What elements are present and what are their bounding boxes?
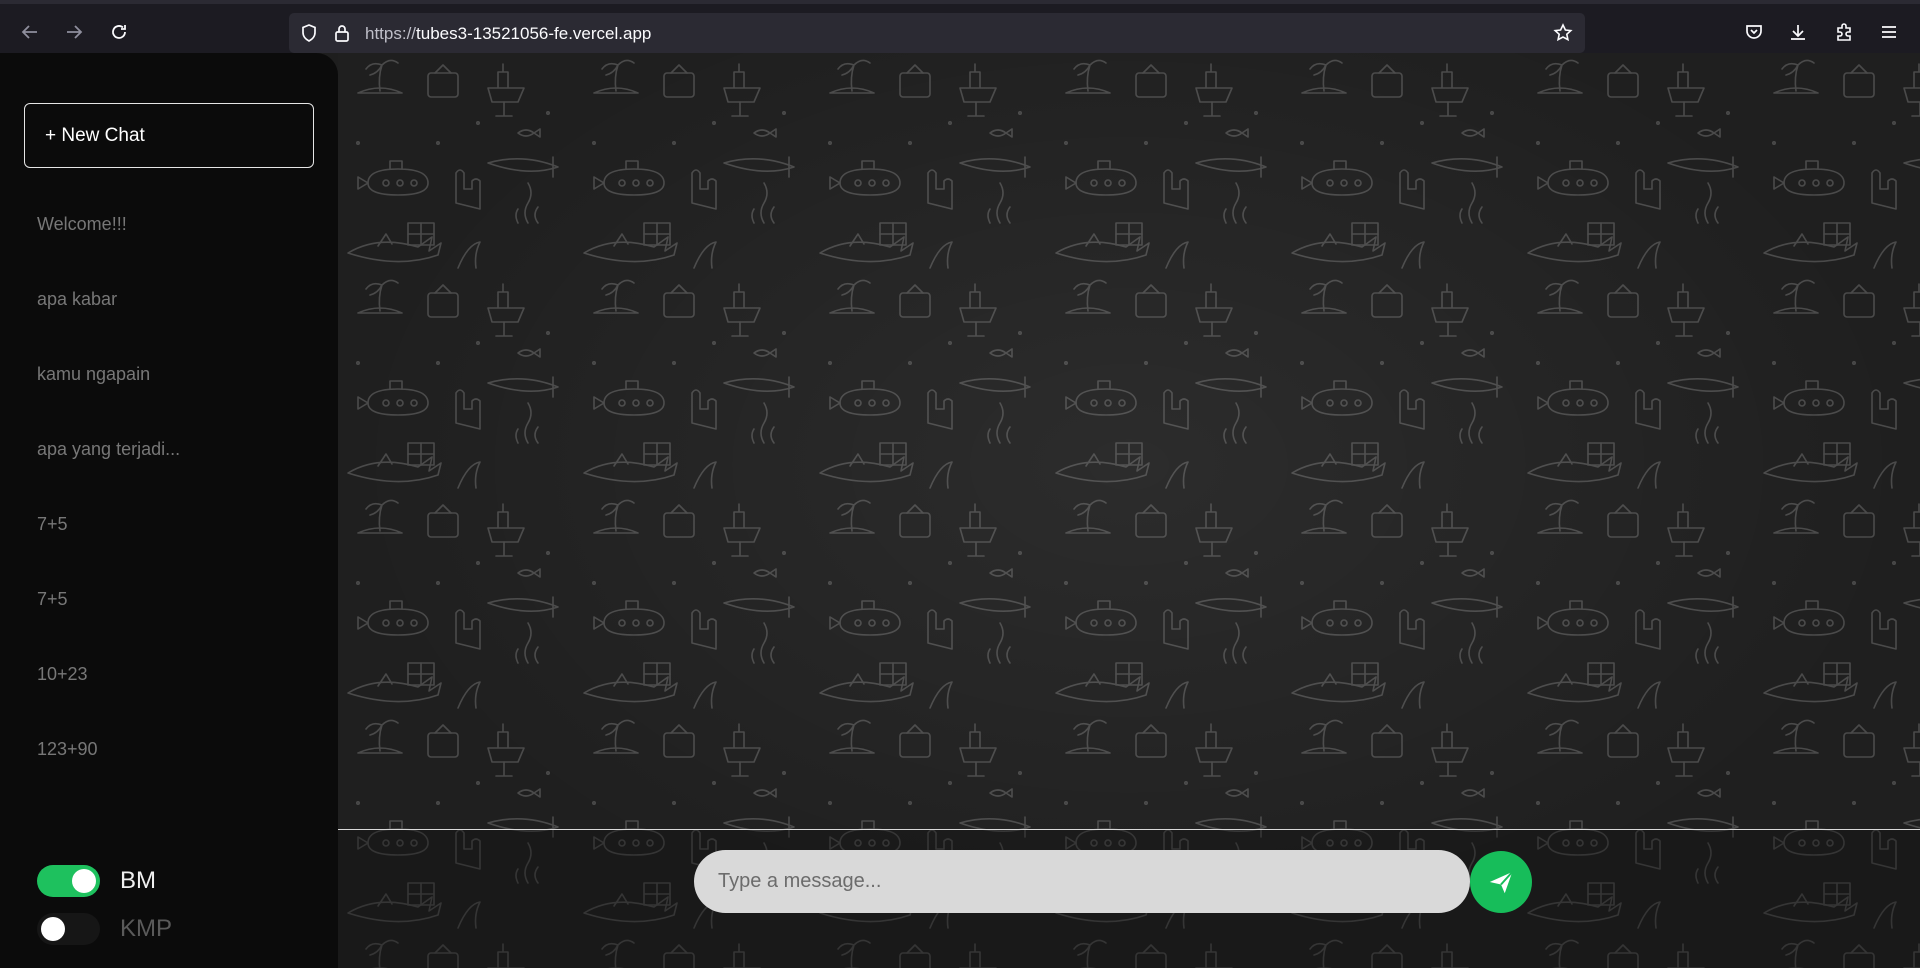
kmp-toggle-label: KMP	[120, 915, 173, 942]
chat-history-item[interactable]: Welcome!!!	[37, 213, 317, 288]
toggle-knob	[41, 917, 65, 941]
send-button[interactable]	[1470, 851, 1532, 913]
bm-toggle-row: BM	[37, 865, 156, 897]
bm-toggle-switch[interactable]	[37, 865, 100, 897]
address-bar[interactable]: https://tubes3-13521056-fe.vercel.app	[289, 13, 1585, 53]
new-chat-button[interactable]: + New Chat	[24, 103, 314, 168]
send-icon	[1489, 871, 1513, 894]
url-scheme: https://	[365, 24, 417, 43]
menu-icon[interactable]	[1873, 16, 1905, 48]
kmp-toggle-row: KMP	[37, 913, 172, 945]
download-icon[interactable]	[1782, 16, 1814, 48]
chat-history-list: Welcome!!! apa kabar kamu ngapain apa ya…	[37, 213, 317, 813]
chat-history-item[interactable]: 7+5	[37, 588, 317, 663]
kmp-toggle-switch[interactable]	[37, 913, 100, 945]
lock-icon[interactable]	[332, 23, 352, 43]
chat-history-item[interactable]: apa kabar	[37, 288, 317, 363]
chat-history-item[interactable]: kamu ngapain	[37, 363, 317, 438]
reload-icon[interactable]	[103, 16, 135, 48]
chat-history-item[interactable]: 123+90	[37, 738, 317, 813]
sidebar: + New Chat Welcome!!! apa kabar kamu nga…	[0, 53, 338, 968]
message-input[interactable]	[694, 850, 1470, 913]
url-text[interactable]: https://tubes3-13521056-fe.vercel.app	[365, 24, 651, 44]
shield-icon[interactable]	[299, 23, 319, 43]
browser-toolbar: https://tubes3-13521056-fe.vercel.app	[0, 0, 1920, 53]
chat-area	[338, 53, 1920, 968]
chat-app: + New Chat Welcome!!! apa kabar kamu nga…	[0, 53, 1920, 968]
back-arrow-icon[interactable]	[14, 16, 46, 48]
message-composer	[338, 830, 1920, 968]
chat-history-item[interactable]: 10+23	[37, 663, 317, 738]
bm-toggle-label: BM	[120, 867, 156, 894]
bookmark-star-icon[interactable]	[1553, 23, 1573, 43]
chat-history-item[interactable]: 7+5	[37, 513, 317, 588]
toggle-knob	[72, 869, 96, 893]
url-host: tubes3-13521056-fe.vercel.app	[416, 24, 652, 43]
extensions-icon[interactable]	[1828, 16, 1860, 48]
forward-arrow-icon[interactable]	[58, 16, 90, 48]
chat-history-item[interactable]: apa yang terjadi...	[37, 438, 317, 513]
pocket-icon[interactable]	[1738, 16, 1770, 48]
